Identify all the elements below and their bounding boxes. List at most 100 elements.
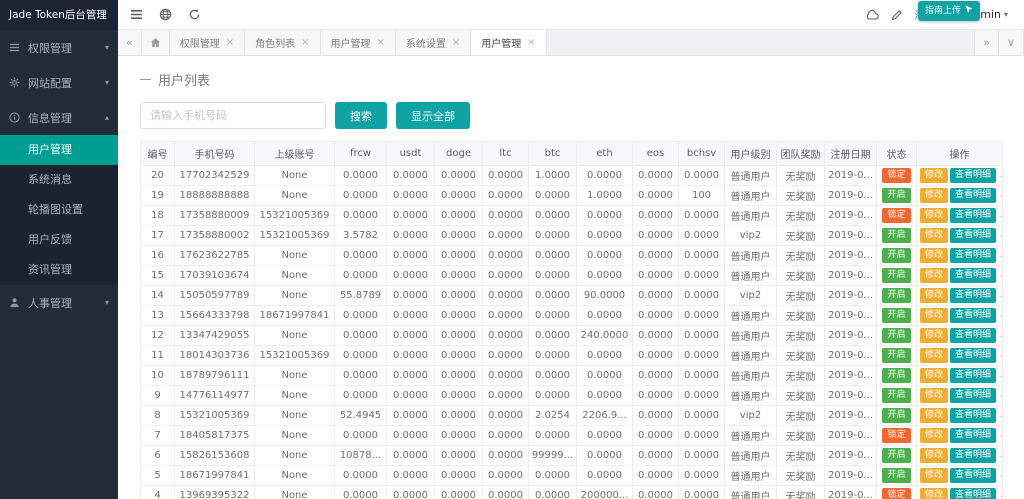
modify-button[interactable]: 修改: [920, 288, 948, 303]
view-detail-button[interactable]: 查看明细: [950, 188, 996, 203]
view-detail-button[interactable]: 查看明细: [950, 168, 996, 183]
status-toggle-button[interactable]: 锁定: [882, 168, 910, 183]
sidebar-subitem[interactable]: 轮播图设置: [0, 195, 118, 225]
column-header: frcw: [335, 142, 387, 166]
tabs-scroll-left-icon[interactable]: «: [118, 30, 142, 55]
close-icon[interactable]: ×: [452, 37, 460, 48]
sidebar-item[interactable]: 人事管理▾: [0, 285, 118, 320]
close-icon[interactable]: ×: [377, 37, 385, 48]
status-toggle-button[interactable]: 开启: [882, 188, 910, 203]
modify-button[interactable]: 修改: [920, 248, 948, 263]
status-toggle-button[interactable]: 开启: [882, 248, 910, 263]
upload-bubble[interactable]: 指南上传: [918, 1, 980, 21]
tab[interactable]: 系统设置×: [396, 30, 471, 55]
close-icon[interactable]: ×: [301, 37, 309, 48]
cell-level: vip2: [725, 226, 777, 246]
view-detail-button[interactable]: 查看明细: [950, 288, 996, 303]
cell-parent: None: [255, 366, 335, 386]
cell-usdt: 0.0000: [387, 446, 435, 466]
modify-button[interactable]: 修改: [920, 448, 948, 463]
sidebar-subitem[interactable]: 系统消息: [0, 165, 118, 195]
cell-id: 10: [141, 366, 175, 386]
sidebar-item[interactable]: 权限管理▾: [0, 30, 118, 65]
modify-button[interactable]: 修改: [920, 208, 948, 223]
app-window: Jade Token后台管理 权限管理▾网站配置▾信息管理▴用户管理系统消息轮播…: [0, 0, 1024, 499]
modify-button[interactable]: 修改: [920, 468, 948, 483]
modify-button[interactable]: 修改: [920, 188, 948, 203]
view-detail-button[interactable]: 查看明细: [950, 348, 996, 363]
status-toggle-button[interactable]: 开启: [882, 288, 910, 303]
status-toggle-button[interactable]: 锁定: [882, 428, 910, 443]
cell-usdt: 0.0000: [387, 266, 435, 286]
operations-more: ...: [1000, 309, 1002, 320]
view-detail-button[interactable]: 查看明细: [950, 248, 996, 263]
sidebar-item[interactable]: 网站配置▾: [0, 65, 118, 100]
close-icon[interactable]: ×: [226, 37, 234, 48]
view-detail-button[interactable]: 查看明细: [950, 308, 996, 323]
view-detail-button[interactable]: 查看明细: [950, 388, 996, 403]
view-detail-button[interactable]: 查看明细: [950, 208, 996, 223]
status-toggle-button[interactable]: 开启: [882, 368, 910, 383]
sidebar-subitem[interactable]: 用户反馈: [0, 225, 118, 255]
cell-level: 普通用户: [725, 186, 777, 206]
modify-button[interactable]: 修改: [920, 228, 948, 243]
status-toggle-button[interactable]: 锁定: [882, 488, 910, 499]
status-toggle-button[interactable]: 开启: [882, 328, 910, 343]
search-button[interactable]: 搜索: [335, 102, 387, 129]
operations-more: ...: [1000, 169, 1002, 180]
status-toggle-button[interactable]: 开启: [882, 468, 910, 483]
phone-search-input[interactable]: [140, 102, 326, 129]
modify-button[interactable]: 修改: [920, 368, 948, 383]
edit-icon[interactable]: [891, 9, 903, 21]
status-toggle-button[interactable]: 开启: [882, 308, 910, 323]
modify-button[interactable]: 修改: [920, 428, 948, 443]
tab[interactable]: 角色列表×: [245, 30, 320, 55]
modify-button[interactable]: 修改: [920, 168, 948, 183]
cell-id: 9: [141, 386, 175, 406]
status-toggle-button[interactable]: 开启: [882, 448, 910, 463]
cell-btc: 0.0000: [529, 426, 577, 446]
status-toggle-button[interactable]: 开启: [882, 408, 910, 423]
cell-phone: 14776114977: [175, 386, 255, 406]
tabbar: « 权限管理×角色列表×用户管理×系统设置×用户管理× » ∨: [118, 30, 1024, 56]
modify-button[interactable]: 修改: [920, 488, 948, 499]
view-detail-button[interactable]: 查看明细: [950, 228, 996, 243]
view-detail-button[interactable]: 查看明细: [950, 268, 996, 283]
cell-status: 锁定: [877, 486, 917, 499]
hamburger-icon[interactable]: [130, 8, 143, 21]
view-detail-button[interactable]: 查看明细: [950, 408, 996, 423]
tab[interactable]: 权限管理×: [170, 30, 245, 55]
tab[interactable]: 用户管理×: [471, 30, 546, 55]
home-tab-icon[interactable]: [142, 30, 170, 55]
tab[interactable]: 用户管理×: [321, 30, 396, 55]
globe-icon[interactable]: [159, 8, 172, 21]
modify-button[interactable]: 修改: [920, 268, 948, 283]
view-detail-button[interactable]: 查看明细: [950, 468, 996, 483]
cloud-download-icon[interactable]: [865, 9, 879, 21]
view-detail-button[interactable]: 查看明细: [950, 328, 996, 343]
modify-button[interactable]: 修改: [920, 408, 948, 423]
status-toggle-button[interactable]: 开启: [882, 268, 910, 283]
view-detail-button[interactable]: 查看明细: [950, 368, 996, 383]
show-all-button[interactable]: 显示全部: [396, 102, 470, 129]
tabs-menu-icon[interactable]: ∨: [999, 30, 1024, 55]
modify-button[interactable]: 修改: [920, 328, 948, 343]
status-toggle-button[interactable]: 开启: [882, 388, 910, 403]
sidebar-subitem[interactable]: 资讯管理: [0, 255, 118, 285]
close-icon[interactable]: ×: [527, 37, 535, 48]
status-toggle-button[interactable]: 开启: [882, 228, 910, 243]
cell-eth: 0.0000: [577, 306, 633, 326]
tabs-scroll-right-icon[interactable]: »: [974, 30, 999, 55]
modify-button[interactable]: 修改: [920, 388, 948, 403]
modify-button[interactable]: 修改: [920, 348, 948, 363]
status-toggle-button[interactable]: 锁定: [882, 208, 910, 223]
status-toggle-button[interactable]: 开启: [882, 348, 910, 363]
view-detail-button[interactable]: 查看明细: [950, 488, 996, 499]
refresh-icon[interactable]: [188, 8, 201, 21]
cell-eos: 0.0000: [633, 386, 679, 406]
sidebar-item[interactable]: 信息管理▴: [0, 100, 118, 135]
sidebar-subitem[interactable]: 用户管理: [0, 135, 118, 165]
modify-button[interactable]: 修改: [920, 308, 948, 323]
view-detail-button[interactable]: 查看明细: [950, 428, 996, 443]
view-detail-button[interactable]: 查看明细: [950, 448, 996, 463]
